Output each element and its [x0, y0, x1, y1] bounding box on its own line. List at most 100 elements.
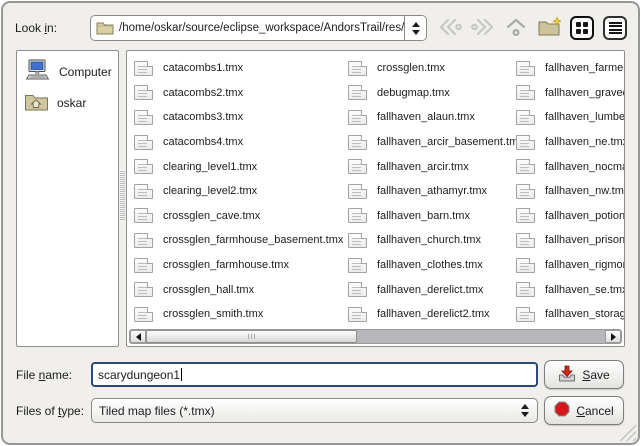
file-item[interactable]: fallhaven_derelict2.tmx: [345, 302, 513, 327]
sidebar-splitter-handle[interactable]: [119, 50, 126, 347]
file-item[interactable]: fallhaven_potion: [513, 204, 625, 229]
file-item[interactable]: fallhaven_arcir.tmx: [345, 154, 513, 179]
file-item[interactable]: crossglen_hall.tmx: [131, 277, 345, 302]
scroll-right-button[interactable]: [605, 330, 621, 343]
cancel-icon: [554, 401, 570, 420]
file-item[interactable]: catacombs4.tmx: [131, 130, 345, 155]
file-item[interactable]: crossglen_cave.tmx: [131, 204, 345, 229]
file-name-input[interactable]: scarydungeon1: [91, 362, 538, 387]
file-item[interactable]: fallhaven_nw.tmx: [513, 179, 625, 204]
file-item[interactable]: crossglen_farmhouse_basement.tmx: [131, 228, 345, 253]
file-item[interactable]: fallhaven_church.tmx: [345, 228, 513, 253]
file-item[interactable]: fallhaven_storag: [513, 302, 625, 327]
document-icon: [134, 135, 153, 150]
cancel-button[interactable]: Cancel: [544, 396, 624, 425]
document-icon: [348, 61, 367, 76]
file-item[interactable]: catacombs3.tmx: [131, 105, 345, 130]
file-item[interactable]: crossglen_smith.tmx: [131, 302, 345, 327]
file-item[interactable]: catacombs2.tmx: [131, 81, 345, 106]
document-icon: [348, 159, 367, 174]
file-item[interactable]: fallhaven_arcir_basement.tmx: [345, 130, 513, 155]
file-name-text: fallhaven_church.tmx: [377, 234, 481, 246]
file-item[interactable]: fallhaven_rigmor: [513, 253, 625, 278]
new-folder-icon: [537, 17, 561, 40]
file-name-text: crossglen_farmhouse_basement.tmx: [163, 234, 343, 246]
new-folder-button[interactable]: [536, 15, 562, 41]
file-item[interactable]: fallhaven_graved: [513, 81, 625, 106]
document-icon: [134, 233, 153, 248]
sidebar-item-computer[interactable]: Computer: [17, 56, 118, 87]
document-icon: [516, 61, 535, 76]
document-icon: [516, 307, 535, 322]
file-type-combobox[interactable]: Tiled map files (*.tmx): [91, 398, 538, 423]
document-icon: [134, 61, 153, 76]
file-name-value: scarydungeon1: [98, 368, 180, 382]
file-item[interactable]: fallhaven_alaun.tmx: [345, 105, 513, 130]
path-combobox[interactable]: /home/oskar/source/eclipse_workspace/And…: [90, 15, 427, 41]
combo-spinner-icon[interactable]: [404, 16, 426, 40]
file-name-text: fallhaven_lumber: [545, 111, 625, 123]
file-item[interactable]: fallhaven_ne.tmx: [513, 130, 625, 155]
document-icon: [516, 184, 535, 199]
save-button[interactable]: Save: [544, 360, 624, 389]
up-folder-button[interactable]: [503, 15, 529, 41]
document-icon: [134, 282, 153, 297]
document-icon: [516, 85, 535, 100]
document-icon: [516, 135, 535, 150]
forward-icon: [471, 18, 495, 39]
file-item[interactable]: fallhaven_athamyr.tmx: [345, 179, 513, 204]
file-name-text: catacombs3.tmx: [163, 111, 243, 123]
file-item[interactable]: crossglen_farmhouse.tmx: [131, 253, 345, 278]
scroll-left-button[interactable]: [130, 330, 146, 343]
document-icon: [516, 159, 535, 174]
list-view-button[interactable]: [602, 15, 628, 41]
file-name-text: fallhaven_graved: [545, 87, 625, 99]
file-grid: catacombs1.tmx catacombs2.tmx catacombs3.t…: [131, 56, 625, 327]
file-name-text: catacombs2.tmx: [163, 87, 243, 99]
file-item[interactable]: fallhaven_lumber: [513, 105, 625, 130]
file-name-text: fallhaven_derelict2.tmx: [377, 308, 490, 320]
file-item[interactable]: fallhaven_barn.tmx: [345, 204, 513, 229]
file-name-text: fallhaven_storag: [545, 308, 625, 320]
scroll-left-icon: [136, 333, 141, 341]
file-name-text: debugmap.tmx: [377, 87, 450, 99]
file-name-text: clearing_level2.tmx: [163, 185, 257, 197]
file-name-text: fallhaven_derelict.tmx: [377, 284, 483, 296]
file-item[interactable]: crossglen.tmx: [345, 56, 513, 81]
horizontal-scrollbar[interactable]: [129, 329, 622, 344]
forward-button[interactable]: [470, 15, 496, 41]
file-name-text: fallhaven_nocma: [545, 161, 625, 173]
file-name-row: File name: scarydungeon1 Save: [16, 359, 624, 390]
file-item[interactable]: clearing_level1.tmx: [131, 154, 345, 179]
file-item[interactable]: debugmap.tmx: [345, 81, 513, 106]
file-name-text: clearing_level1.tmx: [163, 161, 257, 173]
file-name-text: fallhaven_nw.tmx: [545, 185, 625, 197]
file-item[interactable]: fallhaven_prison: [513, 228, 625, 253]
save-file-dialog: Look in: /home/oskar/source/eclipse_work…: [0, 0, 641, 446]
combo-spinner-icon: [521, 399, 529, 422]
file-name-text: fallhaven_ne.tmx: [545, 136, 625, 148]
text-cursor: [181, 368, 182, 381]
sidebar-item-oskar[interactable]: oskar: [17, 87, 118, 118]
file-item[interactable]: fallhaven_nocma: [513, 154, 625, 179]
back-button[interactable]: [437, 15, 463, 41]
scrollbar-thumb[interactable]: [146, 330, 357, 343]
document-icon: [516, 233, 535, 248]
file-item[interactable]: clearing_level2.tmx: [131, 179, 345, 204]
up-folder-icon: [505, 17, 527, 40]
file-type-value: Tiled map files (*.tmx): [99, 404, 215, 418]
grid-view-button[interactable]: [569, 15, 595, 41]
file-name-text: fallhaven_farmer: [545, 62, 625, 74]
file-item[interactable]: fallhaven_clothes.tmx: [345, 253, 513, 278]
document-icon: [134, 159, 153, 174]
file-name-text: fallhaven_potion: [545, 210, 625, 222]
document-icon: [348, 184, 367, 199]
file-item[interactable]: fallhaven_derelict.tmx: [345, 277, 513, 302]
document-icon: [348, 282, 367, 297]
file-item[interactable]: catacombs1.tmx: [131, 56, 345, 81]
list-view-icon: [603, 16, 627, 40]
file-item[interactable]: fallhaven_se.tmx: [513, 277, 625, 302]
file-item[interactable]: fallhaven_farmer: [513, 56, 625, 81]
grid-view-icon: [570, 16, 594, 40]
document-icon: [348, 208, 367, 223]
